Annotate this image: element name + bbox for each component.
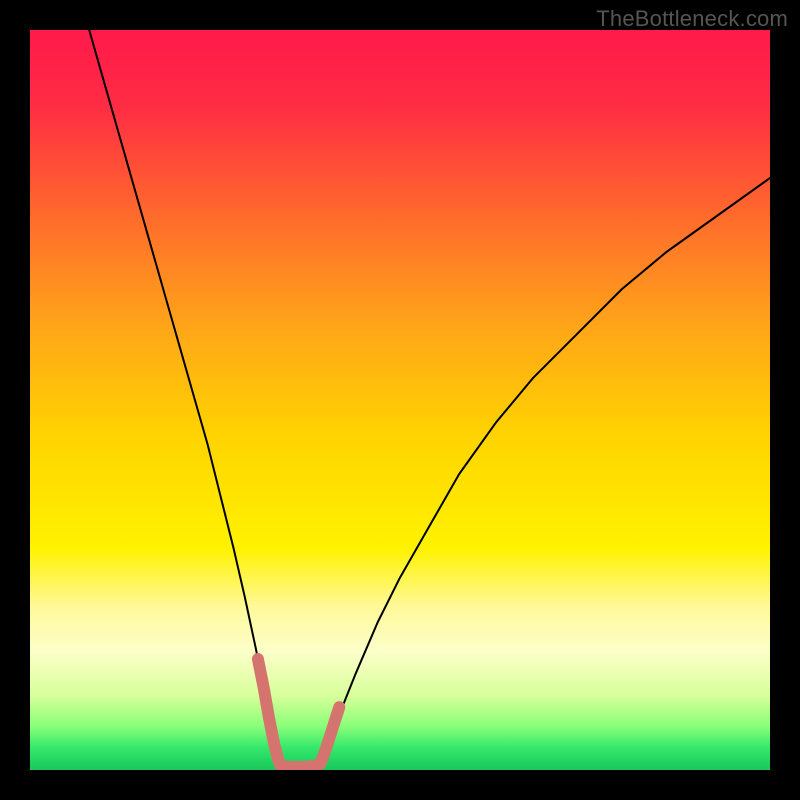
chart-frame: TheBottleneck.com <box>0 0 800 800</box>
watermark-text: TheBottleneck.com <box>596 6 788 32</box>
series-highlight-bottom <box>280 764 320 767</box>
chart-svg <box>30 30 770 770</box>
gradient-background <box>30 30 770 770</box>
plot-area <box>30 30 770 770</box>
